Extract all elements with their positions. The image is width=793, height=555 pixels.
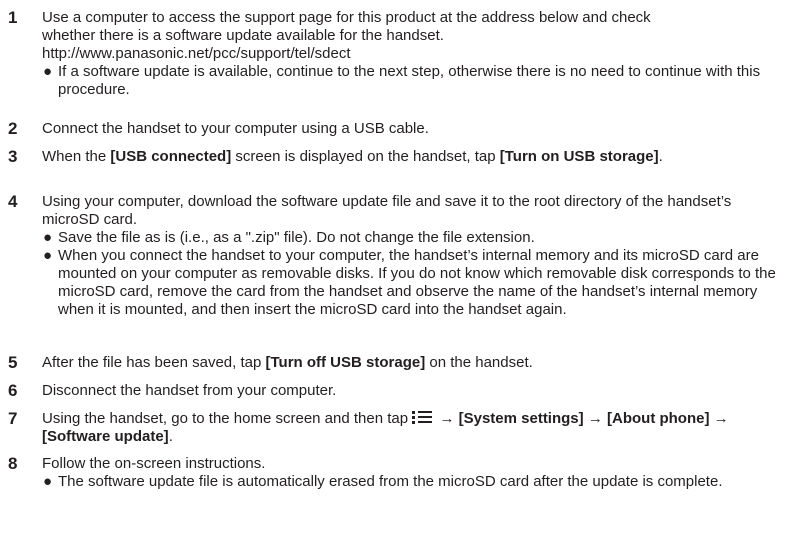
step-number: 5 — [8, 353, 18, 372]
menu-list-icon — [412, 410, 433, 425]
step-number: 3 — [8, 147, 18, 166]
step-text: When the [USB connected] screen is displ… — [42, 148, 663, 165]
bullet-icon: ● — [43, 473, 53, 490]
step-line: Use a computer to access the support pag… — [42, 9, 651, 26]
bullet-item: ● If a software update is available, con… — [43, 63, 761, 98]
bullet-icon: ● — [43, 229, 53, 246]
arrow-icon: → — [439, 410, 455, 427]
bullet-icon: ● — [43, 247, 53, 264]
step-line: whether there is a software update avail… — [42, 27, 444, 44]
ui-label: [System settings] — [458, 410, 584, 427]
step-text: Using the handset, go to the home screen… — [42, 410, 729, 445]
step-number: 6 — [8, 381, 18, 400]
bullet-icon: ● — [43, 63, 53, 80]
step-number: 1 — [8, 8, 18, 27]
step-text: Use a computer to access the support pag… — [42, 9, 782, 63]
instruction-page: 1 Use a computer to access the support p… — [0, 0, 793, 555]
step-number: 4 — [8, 192, 18, 211]
arrow-icon: → — [713, 410, 729, 427]
step-text: Using your computer, download the softwa… — [42, 193, 732, 228]
step-bullets: ● Save the file as is (i.e., as a ".zip"… — [42, 229, 782, 319]
step-text: Follow the on-screen instructions. — [42, 455, 266, 472]
arrow-icon: → — [587, 410, 603, 427]
step-number: 2 — [8, 119, 18, 138]
ui-label: [Turn on USB storage] — [499, 148, 659, 165]
bullet-item: ● When you connect the handset to your c… — [43, 247, 776, 318]
ui-label: [Software update] — [42, 428, 169, 445]
step-number: 7 — [8, 409, 18, 428]
step-bullets: ● The software update file is automatica… — [42, 473, 782, 491]
step-bullets: ● If a software update is available, con… — [42, 63, 782, 99]
ui-label: [USB connected] — [110, 148, 232, 165]
bullet-item: ● The software update file is automatica… — [43, 473, 723, 490]
step-text: Disconnect the handset from your compute… — [42, 382, 337, 399]
step-text: Connect the handset to your computer usi… — [42, 120, 429, 137]
bullet-item: ● Save the file as is (i.e., as a ".zip"… — [43, 229, 535, 246]
ui-label: [Turn off USB storage] — [265, 354, 426, 371]
support-url: http://www.panasonic.net/pcc/support/tel… — [42, 45, 351, 62]
step-text: After the file has been saved, tap [Turn… — [42, 354, 533, 371]
step-number: 8 — [8, 454, 18, 473]
ui-label: [About phone] — [607, 410, 710, 427]
